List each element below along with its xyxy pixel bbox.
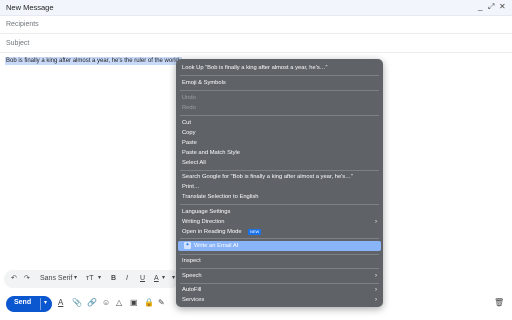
close-icon[interactable]: ✕	[499, 2, 506, 12]
menu-separator	[180, 90, 379, 91]
menu-item-look-up[interactable]: Look Up “Bob is finally a king after alm…	[182, 64, 327, 72]
menu-item-cut[interactable]: Cut	[182, 119, 191, 127]
menu-item-paste[interactable]: Paste	[182, 139, 197, 147]
bold-button[interactable]: B	[111, 274, 116, 283]
menu-separator	[180, 75, 379, 76]
redo-icon[interactable]: ↷	[24, 274, 30, 283]
undo-icon[interactable]: ↶	[11, 274, 17, 283]
attach-icon[interactable]: 📎	[72, 298, 82, 308]
formatting-toolbar: ↶ ↷ Sans Serif ▾ тT ▾ B I U A ▾ ▾	[4, 270, 180, 288]
menu-item-copy[interactable]: Copy	[182, 129, 196, 137]
more-formatting-icon[interactable]: ▾	[172, 274, 175, 283]
menu-separator	[180, 283, 379, 284]
menu-item-select-all[interactable]: Select All	[182, 159, 206, 167]
submenu-arrow-icon: ›	[375, 287, 377, 293]
text-color-button[interactable]: A	[154, 274, 159, 283]
menu-separator	[180, 170, 379, 171]
submenu-arrow-icon: ›	[375, 297, 377, 303]
photo-icon[interactable]: ▣	[130, 298, 138, 308]
confidential-icon[interactable]: 🔒	[144, 298, 154, 308]
subject-placeholder: Subject	[6, 40, 30, 47]
menu-item-emoji[interactable]: Emoji & Symbols	[182, 79, 226, 87]
submenu-arrow-icon: ›	[375, 273, 377, 279]
recipients-placeholder: Recipients	[6, 21, 39, 28]
menu-item-autofill[interactable]: AutoFill	[182, 286, 201, 294]
menu-item-write-email-ai[interactable]: Write an Email AI	[194, 242, 238, 250]
menu-item-language-settings[interactable]: Language Settings	[182, 208, 230, 216]
text-size-icon[interactable]: тT	[86, 274, 93, 283]
underline-button[interactable]: U	[140, 274, 145, 283]
menu-item-services[interactable]: Services	[182, 296, 204, 304]
link-icon[interactable]: 🔗	[87, 298, 97, 308]
trash-icon[interactable]: 🗑	[494, 298, 504, 307]
menu-item-speech[interactable]: Speech	[182, 272, 202, 280]
italic-button[interactable]: I	[126, 274, 128, 283]
send-button[interactable]: Send ▾	[6, 296, 52, 312]
menu-item-writing-direction[interactable]: Writing Direction	[182, 218, 224, 226]
menu-item-print[interactable]: Print…	[182, 183, 200, 191]
new-badge: NEW	[248, 229, 262, 235]
window-title: New Message	[6, 3, 54, 12]
expand-icon[interactable]: ⤢	[488, 2, 494, 12]
ai-extension-icon: ✦	[184, 242, 191, 249]
compose-title-bar: New Message _ ⤢ ✕	[0, 0, 512, 16]
color-caret-icon[interactable]: ▾	[162, 274, 165, 283]
menu-separator	[180, 238, 379, 239]
menu-separator	[180, 254, 379, 255]
menu-item-paste-match-style[interactable]: Paste and Match Style	[182, 149, 240, 157]
minimize-icon[interactable]: _	[478, 2, 482, 12]
emoji-icon[interactable]: ☺	[102, 298, 110, 308]
message-body-selection[interactable]: Bob is finally a king after almost a yea…	[5, 57, 182, 65]
recipients-field[interactable]: Recipients	[0, 16, 512, 34]
submenu-arrow-icon: ›	[375, 219, 377, 225]
menu-item-redo: Redo	[182, 105, 196, 111]
menu-item-undo: Undo	[182, 95, 196, 101]
font-select[interactable]: Sans Serif	[40, 274, 72, 283]
menu-item-search-google[interactable]: Search Google for “Bob is finally a king…	[182, 173, 353, 181]
menu-separator	[180, 204, 379, 205]
send-options-icon[interactable]: ▾	[44, 299, 47, 306]
send-label: Send	[14, 299, 32, 306]
menu-item-inspect[interactable]: Inspect	[182, 257, 201, 265]
size-caret-icon[interactable]: ▾	[98, 274, 101, 283]
menu-separator	[180, 115, 379, 116]
drive-icon[interactable]: △	[116, 298, 122, 308]
font-caret-icon[interactable]: ▾	[74, 274, 77, 283]
formatting-options-icon[interactable]: A	[58, 298, 63, 308]
signature-icon[interactable]: ✎	[158, 298, 165, 308]
menu-item-reading-mode[interactable]: Open in Reading Mode	[182, 228, 242, 236]
menu-separator	[180, 268, 379, 269]
send-divider	[40, 298, 41, 310]
subject-field[interactable]: Subject	[0, 35, 512, 53]
context-menu: Look Up “Bob is finally a king after alm…	[176, 59, 383, 307]
menu-item-translate[interactable]: Translate Selection to English	[182, 193, 258, 201]
